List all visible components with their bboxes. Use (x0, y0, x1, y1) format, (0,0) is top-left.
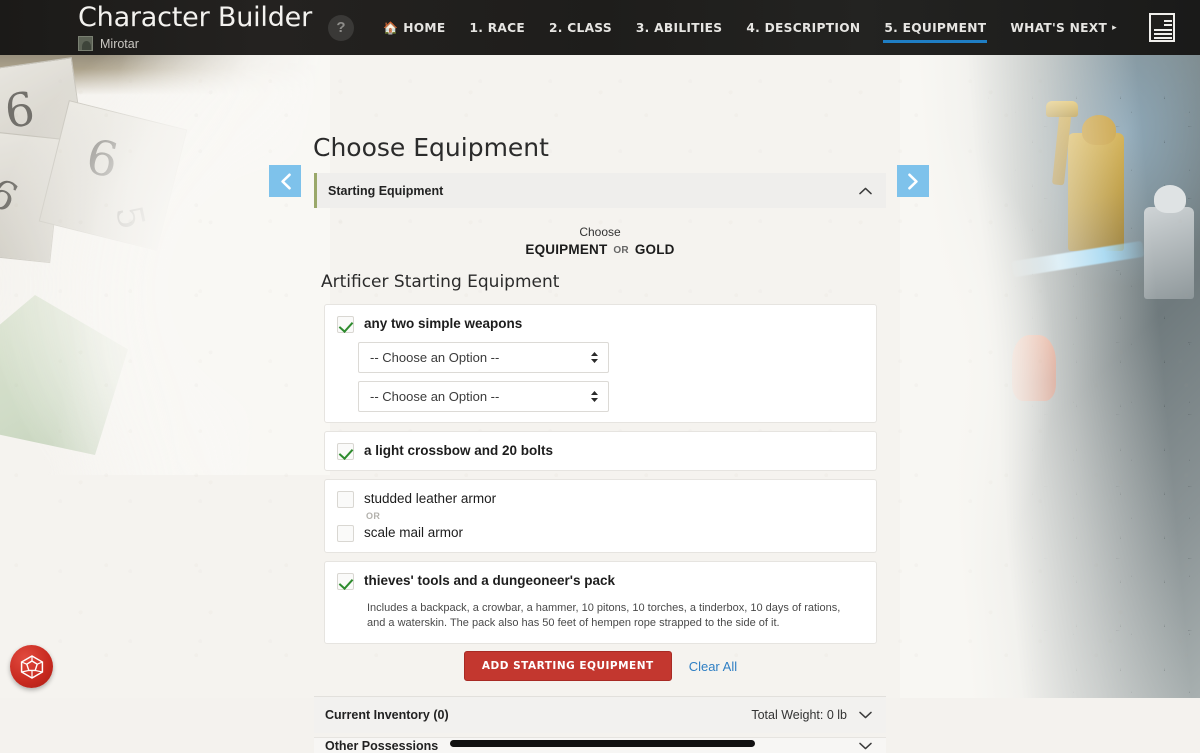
page-title: Choose Equipment (313, 133, 549, 162)
help-icon[interactable]: ? (328, 15, 354, 41)
nav-item-home-label: HOME (403, 21, 445, 35)
starting-equipment-panel-header[interactable]: Starting Equipment (314, 173, 886, 208)
option-label: thieves' tools and a dungeoneer's pack (364, 572, 615, 590)
equipment-toggle[interactable]: EQUIPMENT (525, 242, 607, 257)
equipment-option-card: thieves' tools and a dungeoneer's pack I… (324, 561, 877, 644)
nav-item-whats-next-label: WHAT'S NEXT (1010, 21, 1107, 35)
choose-label: Choose (314, 225, 886, 239)
app-title: Character Builder (78, 4, 312, 31)
checkbox-any-two-simple-weapons[interactable] (337, 316, 354, 333)
weapon-select-2-value: -- Choose an Option -- (370, 389, 590, 404)
nav-item-class-label: 2. CLASS (549, 21, 612, 35)
chevron-down-icon[interactable] (859, 739, 872, 753)
sheet-icon-line-1 (1164, 20, 1172, 22)
clear-all-link[interactable]: Clear All (689, 659, 737, 674)
current-inventory-title: Current Inventory (0) (325, 708, 751, 722)
nav-item-description-label: 4. DESCRIPTION (746, 21, 860, 35)
top-navigation-bar: Character Builder Mirotar ? 🏠 HOME 1. RA… (0, 0, 1200, 55)
equipment-option-row: any two simple weapons (337, 315, 864, 333)
nav-item-equipment[interactable]: 5. EQUIPMENT (872, 0, 998, 55)
step-navigation: 🏠 HOME 1. RACE 2. CLASS 3. ABILITIES 4. … (371, 0, 1175, 55)
panel-title: Starting Equipment (328, 184, 859, 198)
character-name: Mirotar (100, 37, 139, 51)
total-weight-label: Total Weight: 0 lb (751, 708, 847, 722)
chevron-updown-icon (590, 390, 599, 403)
checkbox-light-crossbow[interactable] (337, 443, 354, 460)
nav-item-race[interactable]: 1. RACE (457, 0, 537, 55)
equipment-or-gold-toggle: Choose EQUIPMENT OR GOLD (314, 225, 886, 257)
horizontal-scrollbar[interactable] (450, 740, 755, 747)
option-label: scale mail armor (364, 524, 463, 542)
checkbox-scale-mail-armor[interactable] (337, 525, 354, 542)
equipment-option-row: scale mail armor (337, 524, 864, 542)
equipment-option-card: any two simple weapons -- Choose an Opti… (324, 304, 877, 423)
add-starting-equipment-button[interactable]: ADD STARTING EQUIPMENT (464, 651, 672, 681)
option-label: any two simple weapons (364, 315, 522, 333)
checkbox-thieves-tools-dungeoneers-pack[interactable] (337, 573, 354, 590)
armor-or-separator: OR (366, 511, 864, 521)
option-label: a light crossbow and 20 bolts (364, 442, 553, 460)
option-description: Includes a backpack, a crowbar, a hammer… (367, 601, 853, 631)
dice-roller-button[interactable] (10, 645, 53, 688)
current-inventory-bar[interactable]: Current Inventory (0) Total Weight: 0 lb (314, 696, 886, 733)
nav-item-race-label: 1. RACE (469, 21, 525, 35)
weapon-select-group: -- Choose an Option -- -- Choose an Opti… (358, 342, 864, 412)
sheet-icon-line-2 (1164, 24, 1172, 26)
section-title: Artificer Starting Equipment (321, 272, 559, 292)
sheet-icon-line-5 (1154, 37, 1172, 39)
main-content: Choose Equipment Starting Equipment Choo… (0, 55, 1200, 698)
home-icon: 🏠 (383, 21, 398, 35)
nav-item-abilities-label: 3. ABILITIES (636, 21, 722, 35)
previous-step-button[interactable] (269, 165, 301, 197)
option-label: studded leather armor (364, 490, 496, 508)
character-sheet-icon[interactable] (1149, 13, 1175, 42)
nav-item-whats-next[interactable]: WHAT'S NEXT ▸ (998, 0, 1129, 55)
nav-item-description[interactable]: 4. DESCRIPTION (734, 0, 872, 55)
equipment-option-card: a light crossbow and 20 bolts (324, 431, 877, 471)
nav-item-home[interactable]: 🏠 HOME (371, 0, 457, 55)
equipment-actions: ADD STARTING EQUIPMENT Clear All (324, 651, 877, 681)
equipment-option-row: thieves' tools and a dungeoneer's pack (337, 572, 864, 590)
weapon-select-1-value: -- Choose an Option -- (370, 350, 590, 365)
choose-or-label: OR (613, 245, 628, 256)
equipment-option-row: a light crossbow and 20 bolts (337, 442, 864, 460)
chevron-up-icon[interactable] (859, 184, 872, 198)
d20-dice-icon (19, 654, 45, 680)
caret-right-icon: ▸ (1112, 23, 1117, 33)
equipment-option-row: studded leather armor (337, 490, 864, 508)
equipment-options-list: any two simple weapons -- Choose an Opti… (324, 304, 877, 652)
weapon-select-2[interactable]: -- Choose an Option -- (358, 381, 609, 412)
nav-item-equipment-label: 5. EQUIPMENT (884, 21, 986, 35)
brand-block: Character Builder Mirotar (0, 4, 312, 51)
gold-toggle[interactable]: GOLD (635, 242, 675, 257)
equipment-option-card: studded leather armor OR scale mail armo… (324, 479, 877, 553)
choose-options-row: EQUIPMENT OR GOLD (314, 242, 886, 257)
weapon-select-1[interactable]: -- Choose an Option -- (358, 342, 609, 373)
checkbox-studded-leather-armor[interactable] (337, 491, 354, 508)
next-step-button[interactable] (897, 165, 929, 197)
chevron-updown-icon (590, 351, 599, 364)
sheet-icon-line-3 (1154, 29, 1172, 31)
avatar (78, 36, 93, 51)
nav-item-abilities[interactable]: 3. ABILITIES (624, 0, 734, 55)
character-summary[interactable]: Mirotar (78, 36, 312, 51)
chevron-down-icon[interactable] (859, 708, 872, 722)
nav-item-class[interactable]: 2. CLASS (537, 0, 624, 55)
sheet-icon-line-4 (1154, 33, 1172, 35)
